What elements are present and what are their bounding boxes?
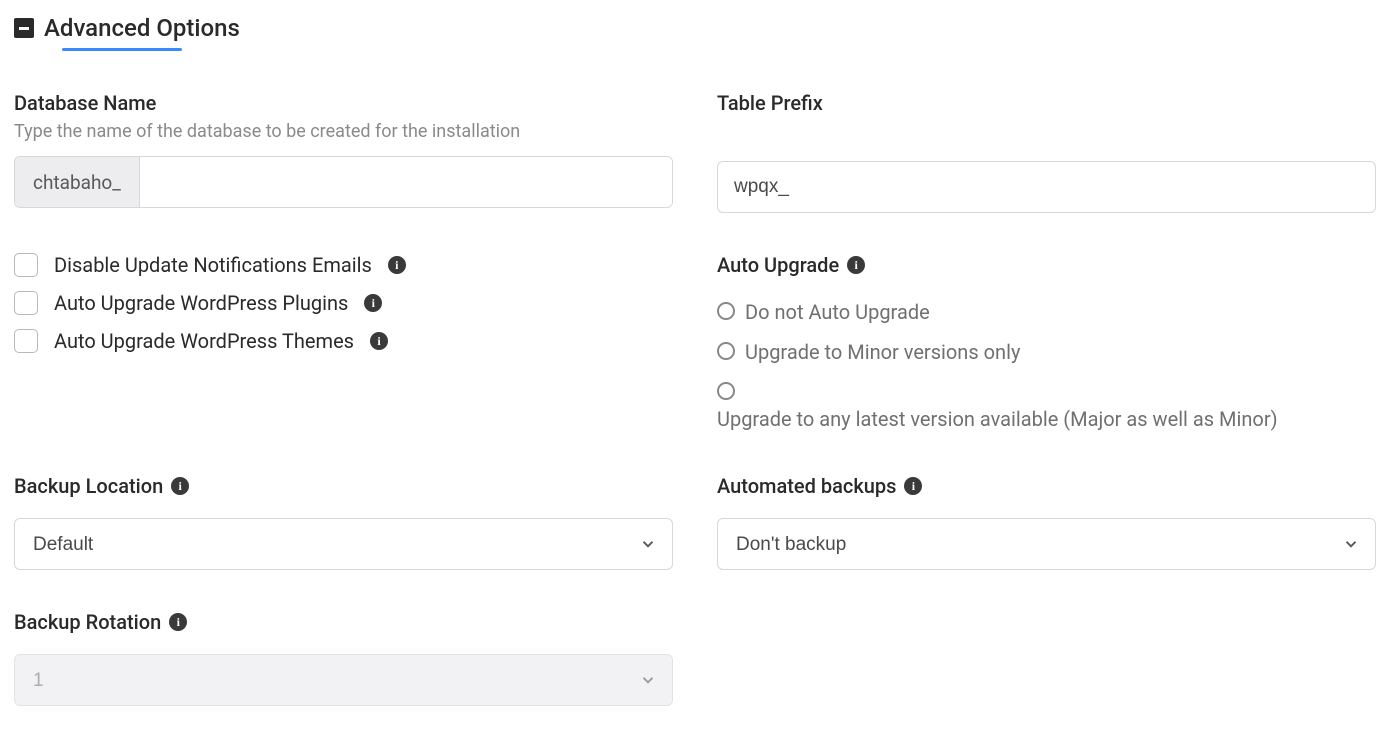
database-name-hint: Type the name of the database to be crea… xyxy=(14,121,673,142)
auto-upgrade-themes-label: Auto Upgrade WordPress Themes xyxy=(54,329,354,353)
auto-upgrade-minor-radio[interactable] xyxy=(717,342,735,360)
auto-upgrade-field: Auto Upgrade i Do not Auto Upgrade Upgra… xyxy=(717,253,1376,434)
database-name-field: Database Name Type the name of the datab… xyxy=(14,91,673,213)
database-name-label: Database Name xyxy=(14,91,673,115)
collapse-icon[interactable] xyxy=(14,18,34,38)
backup-location-field: Backup Location i Default xyxy=(14,474,673,570)
info-icon[interactable]: i xyxy=(388,256,406,274)
backup-rotation-label: Backup Rotation xyxy=(14,610,161,634)
disable-update-emails-label: Disable Update Notifications Emails xyxy=(54,253,372,277)
auto-upgrade-minor-label: Upgrade to Minor versions only xyxy=(745,337,1020,367)
auto-upgrade-themes-checkbox[interactable] xyxy=(14,329,38,353)
info-icon[interactable]: i xyxy=(171,477,189,495)
checkbox-group: Disable Update Notifications Emails i Au… xyxy=(14,253,673,434)
active-tab-underline xyxy=(62,48,182,51)
automated-backups-field: Automated backups i Don't backup xyxy=(717,474,1376,570)
auto-upgrade-plugins-checkbox[interactable] xyxy=(14,291,38,315)
info-icon[interactable]: i xyxy=(847,256,865,274)
auto-upgrade-plugins-label: Auto Upgrade WordPress Plugins xyxy=(54,291,348,315)
automated-backups-label: Automated backups xyxy=(717,474,896,498)
section-title: Advanced Options xyxy=(44,14,240,42)
database-name-prefix: chtabaho_ xyxy=(15,157,140,207)
disable-update-emails-checkbox[interactable] xyxy=(14,253,38,277)
backup-rotation-field: Backup Rotation i 1 xyxy=(14,610,673,706)
info-icon[interactable]: i xyxy=(169,613,187,631)
table-prefix-input[interactable] xyxy=(717,161,1376,213)
table-prefix-field: Table Prefix xyxy=(717,91,1376,213)
table-prefix-label: Table Prefix xyxy=(717,91,1376,115)
section-header[interactable]: Advanced Options xyxy=(14,14,1376,42)
backup-location-select[interactable]: Default xyxy=(14,518,673,570)
auto-upgrade-label: Auto Upgrade xyxy=(717,253,839,277)
info-icon[interactable]: i xyxy=(370,332,388,350)
backup-location-label: Backup Location xyxy=(14,474,163,498)
auto-upgrade-none-label: Do not Auto Upgrade xyxy=(745,297,930,327)
database-name-input-group: chtabaho_ xyxy=(14,156,673,208)
auto-upgrade-none-radio[interactable] xyxy=(717,302,735,320)
info-icon[interactable]: i xyxy=(904,477,922,495)
automated-backups-select[interactable]: Don't backup xyxy=(717,518,1376,570)
backup-rotation-select: 1 xyxy=(14,654,673,706)
auto-upgrade-major-label: Upgrade to any latest version available … xyxy=(717,404,1278,434)
database-name-input[interactable] xyxy=(140,157,672,207)
info-icon[interactable]: i xyxy=(364,294,382,312)
auto-upgrade-major-radio[interactable] xyxy=(717,382,735,400)
